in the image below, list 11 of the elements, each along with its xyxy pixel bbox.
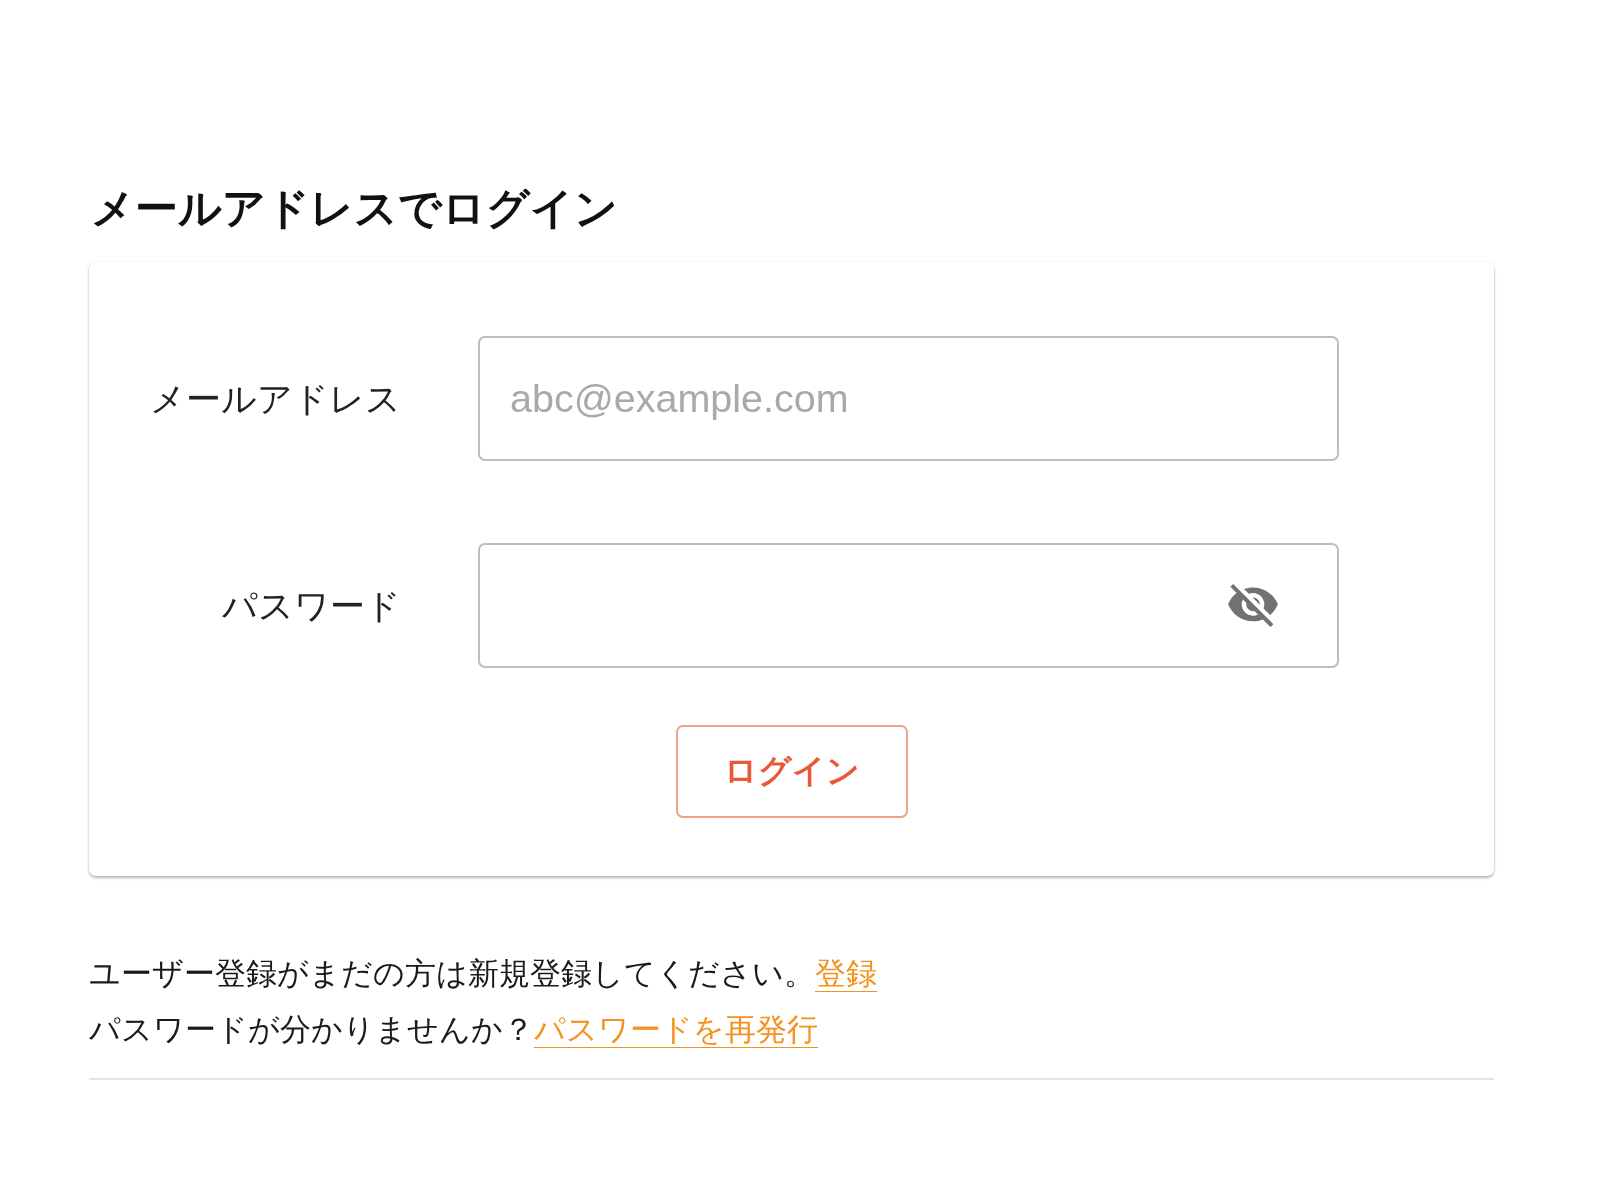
page-title: メールアドレスでログイン [91, 183, 618, 234]
password-field[interactable] [478, 543, 1339, 668]
eye-slash-icon[interactable] [1228, 584, 1278, 627]
help-link[interactable]: パスワードを再発行 [534, 1012, 818, 1047]
field-label: パスワード [222, 584, 401, 627]
help-text: パスワードが分かりませんか？パスワードを再発行 [89, 1011, 818, 1049]
help-text: ユーザー登録がまだの方は新規登録してください。登録 [89, 955, 877, 993]
help-link[interactable]: 登録 [815, 956, 877, 991]
field-label: メールアドレス [150, 377, 401, 420]
email-field[interactable]: abc@example.com [478, 336, 1339, 461]
login-button[interactable]: ログイン [675, 725, 908, 818]
